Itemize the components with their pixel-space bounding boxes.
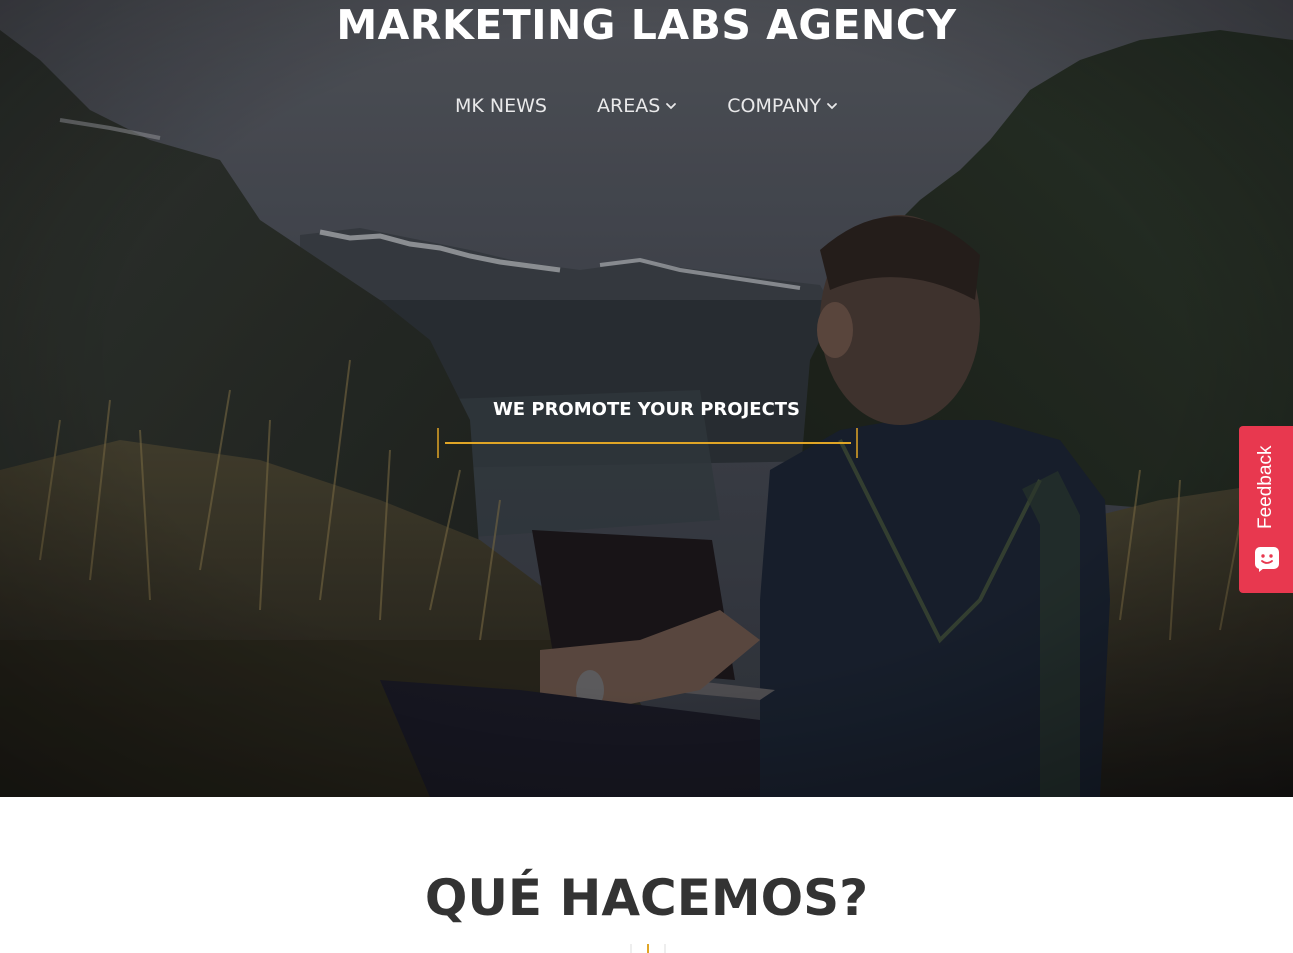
- section-divider: [630, 944, 666, 953]
- chevron-down-icon: [666, 103, 677, 110]
- hero-tagline: WE PROMOTE YOUR PROJECTS: [492, 399, 801, 420]
- nav-item-areas[interactable]: AREAS: [597, 88, 677, 124]
- main-nav: MK NEWS AREAS COMPANY: [0, 88, 1293, 124]
- what-we-do-section: QUÉ HACEMOS?: [0, 797, 1293, 953]
- chevron-down-icon: [827, 103, 837, 110]
- nav-item-label: AREAS: [597, 95, 661, 117]
- nav-item-label: COMPANY: [727, 95, 821, 117]
- hero-section: MARKETING LABS AGENCY MK NEWS AREAS COMP…: [0, 0, 1293, 797]
- nav-item-label: MK NEWS: [455, 95, 547, 117]
- feedback-label: Feedback: [1255, 445, 1276, 529]
- nav-item-company[interactable]: COMPANY: [727, 88, 838, 124]
- tagline-divider: [437, 428, 858, 458]
- section-heading: QUÉ HACEMOS?: [424, 869, 869, 927]
- nav-item-mk-news[interactable]: MK NEWS: [455, 88, 547, 124]
- site-title[interactable]: MARKETING LABS AGENCY: [0, 0, 1293, 50]
- feedback-tab[interactable]: Feedback: [1239, 426, 1293, 593]
- page: MARKETING LABS AGENCY MK NEWS AREAS COMP…: [0, 0, 1293, 953]
- smiley-chat-icon: [1255, 547, 1279, 572]
